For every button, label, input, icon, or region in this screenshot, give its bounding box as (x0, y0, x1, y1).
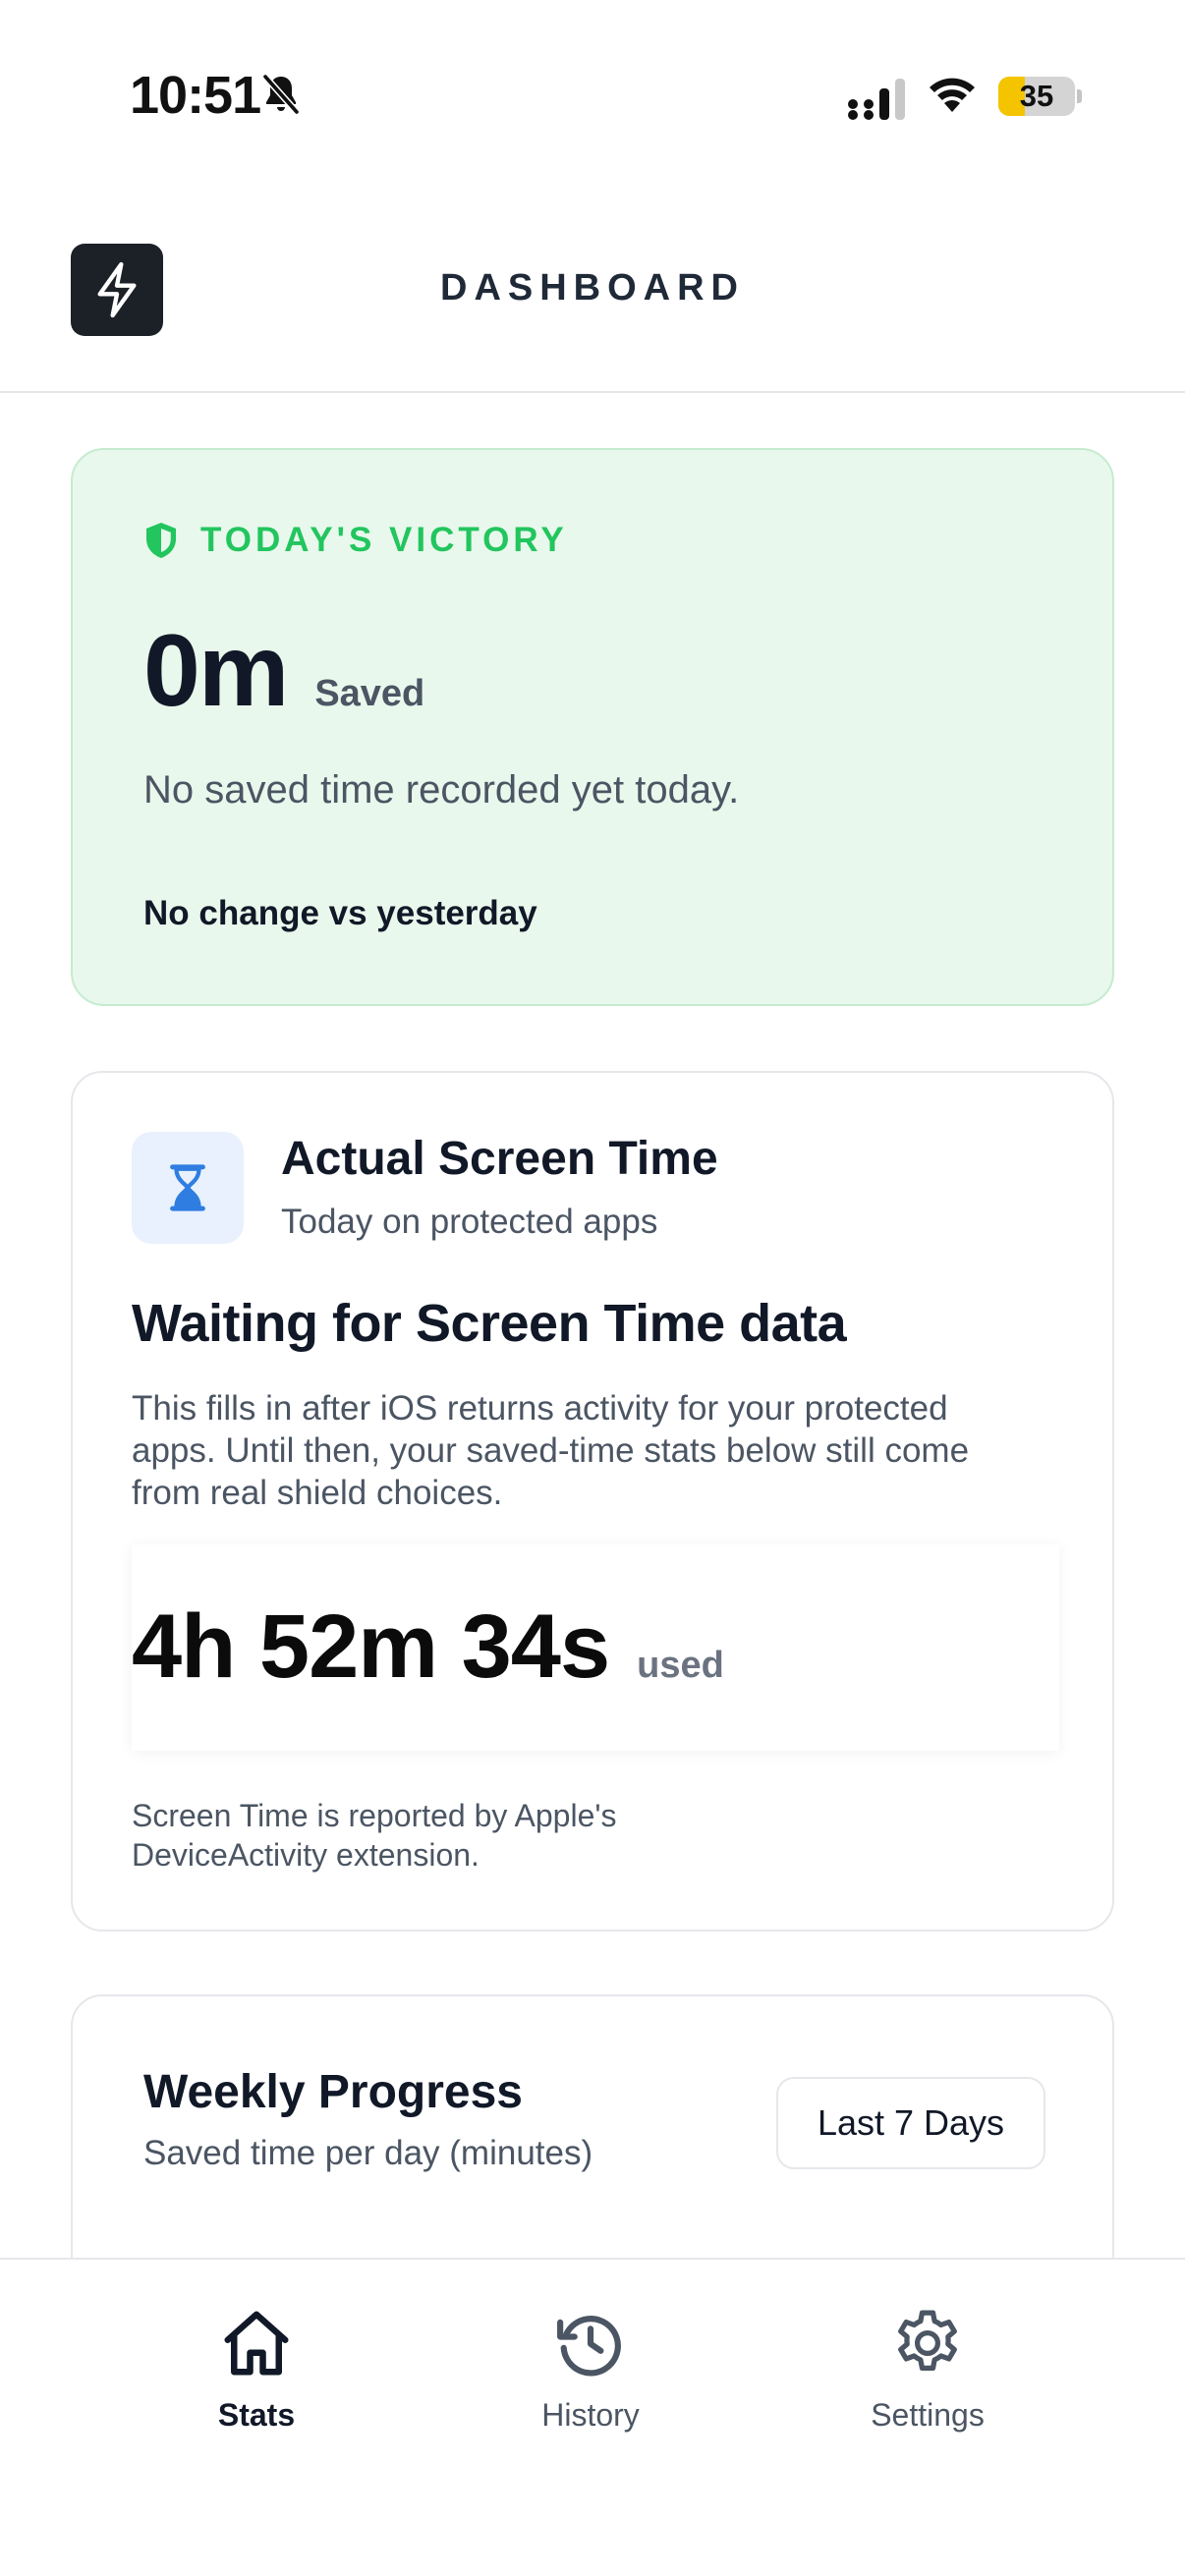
app-header: DASHBOARD (0, 196, 1185, 393)
screen-time-footnote: Screen Time is reported by Apple's Devic… (132, 1798, 617, 1873)
tab-history[interactable]: History (473, 2305, 708, 2442)
usage-unit: used (637, 1645, 724, 1686)
tab-settings[interactable]: Settings (810, 2305, 1045, 2442)
bell-muted-icon (262, 74, 300, 115)
screen-time-description: This fills in after iOS returns activity… (132, 1389, 970, 1512)
waiting-title: Waiting for Screen Time data (132, 1294, 847, 1353)
screen-time-icon-box (132, 1132, 244, 1244)
shield-icon (146, 523, 176, 558)
weekly-subtitle: Saved time per day (minutes) (143, 2134, 593, 2172)
tab-bar: Stats History Settings (0, 2258, 1185, 2576)
hourglass-icon (170, 1164, 205, 1211)
weekly-title: Weekly Progress (143, 2066, 523, 2118)
saved-time-unit: Saved (314, 673, 425, 714)
saved-time-row: 0m Saved (143, 613, 424, 730)
victory-label-row: TODAY'S VICTORY (143, 521, 568, 560)
battery-percent: 35 (1019, 79, 1054, 113)
tab-label: History (541, 2397, 640, 2433)
screen-time-subtitle: Today on protected apps (281, 1203, 658, 1241)
battery-icon: 35 (998, 77, 1082, 116)
usage-row: 4h 52m 34s used (132, 1596, 724, 1699)
victory-label: TODAY'S VICTORY (200, 521, 568, 559)
status-time: 10:51 (130, 66, 261, 125)
gear-icon (898, 2310, 957, 2371)
wifi-icon (930, 78, 975, 112)
status-bar: 10:51 35 (0, 0, 1185, 196)
tab-label: Settings (871, 2397, 985, 2433)
victory-message: No saved time recorded yet today. (143, 768, 740, 812)
usage-value: 4h 52m 34s (132, 1596, 610, 1697)
history-icon (557, 2316, 621, 2377)
todays-victory-card: TODAY'S VICTORY 0m Saved No saved time r… (71, 448, 1114, 1006)
screen-time-title: Actual Screen Time (281, 1133, 718, 1185)
range-select-button[interactable]: Last 7 Days (776, 2077, 1045, 2169)
tab-stats[interactable]: Stats (139, 2305, 374, 2442)
victory-change: No change vs yesterday (143, 894, 537, 932)
page-title: DASHBOARD (440, 267, 745, 308)
tab-label: Stats (217, 2397, 296, 2433)
saved-time-value: 0m (143, 614, 289, 728)
cellular-signal-icon (848, 79, 905, 120)
usage-box: 4h 52m 34s used (132, 1544, 1059, 1751)
screen-time-card: Actual Screen Time Today on protected ap… (71, 1071, 1114, 1932)
home-icon (224, 2311, 289, 2376)
